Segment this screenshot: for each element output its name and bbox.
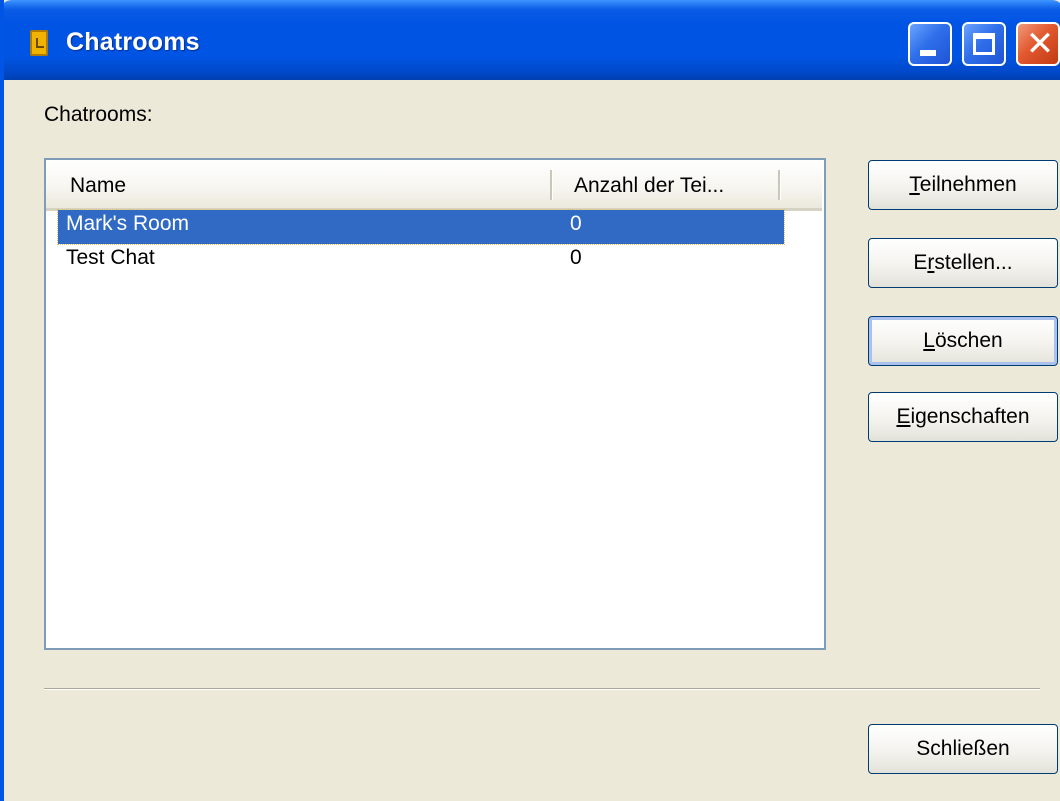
delete-mnemonic: L xyxy=(923,329,935,352)
title-bar[interactable]: Chatrooms ✕ xyxy=(4,0,1060,80)
divider xyxy=(44,688,1040,690)
chatrooms-label: Chatrooms: xyxy=(44,103,153,126)
window-title: Chatrooms xyxy=(66,28,200,56)
minimize-button[interactable] xyxy=(908,22,952,66)
create-button[interactable]: Erstellen... xyxy=(868,238,1058,288)
join-mnemonic: T xyxy=(909,173,920,196)
column-separator[interactable] xyxy=(778,170,781,200)
create-label-prefix: E xyxy=(913,251,928,274)
maximize-icon xyxy=(973,33,995,55)
list-row-marks-room[interactable]: Mark's Room 0 xyxy=(57,209,785,245)
participant-count: 0 xyxy=(570,246,582,269)
create-label-rest: stellen... xyxy=(934,251,1013,274)
participant-count: 0 xyxy=(570,212,582,235)
join-button[interactable]: Teilnehmen xyxy=(868,160,1058,210)
close-dialog-button[interactable]: Schließen xyxy=(868,724,1058,774)
column-header-participants[interactable]: Anzahl der Tei... xyxy=(574,160,784,208)
list-rows: Mark's Room 0 Test Chat 0 xyxy=(57,209,785,278)
room-name: Test Chat xyxy=(66,246,155,269)
chatrooms-list[interactable]: Name Anzahl der Tei... Mark's Room 0 Tes… xyxy=(44,158,826,650)
chatrooms-window: Chatrooms ✕ Chatrooms: Name Anzahl der T… xyxy=(0,0,1060,801)
list-row-test-chat[interactable]: Test Chat 0 xyxy=(58,244,784,278)
column-header-name[interactable]: Name xyxy=(70,160,550,208)
minimize-icon xyxy=(920,50,936,56)
close-icon: ✕ xyxy=(1025,25,1055,63)
list-header: Name Anzahl der Tei... xyxy=(46,160,822,211)
properties-mnemonic: E xyxy=(896,405,911,428)
join-label-rest: eilnehmen xyxy=(919,173,1017,196)
delete-label-rest: öschen xyxy=(934,329,1003,352)
column-separator[interactable] xyxy=(550,170,553,200)
properties-button[interactable]: Eigenschaften xyxy=(868,392,1058,442)
properties-label-rest: igenschaften xyxy=(910,405,1030,428)
delete-button[interactable]: Löschen xyxy=(868,316,1058,366)
chatroom-app-icon[interactable] xyxy=(30,30,48,56)
maximize-button[interactable] xyxy=(962,22,1006,66)
close-window-button[interactable]: ✕ xyxy=(1016,22,1060,66)
room-name: Mark's Room xyxy=(66,212,190,235)
